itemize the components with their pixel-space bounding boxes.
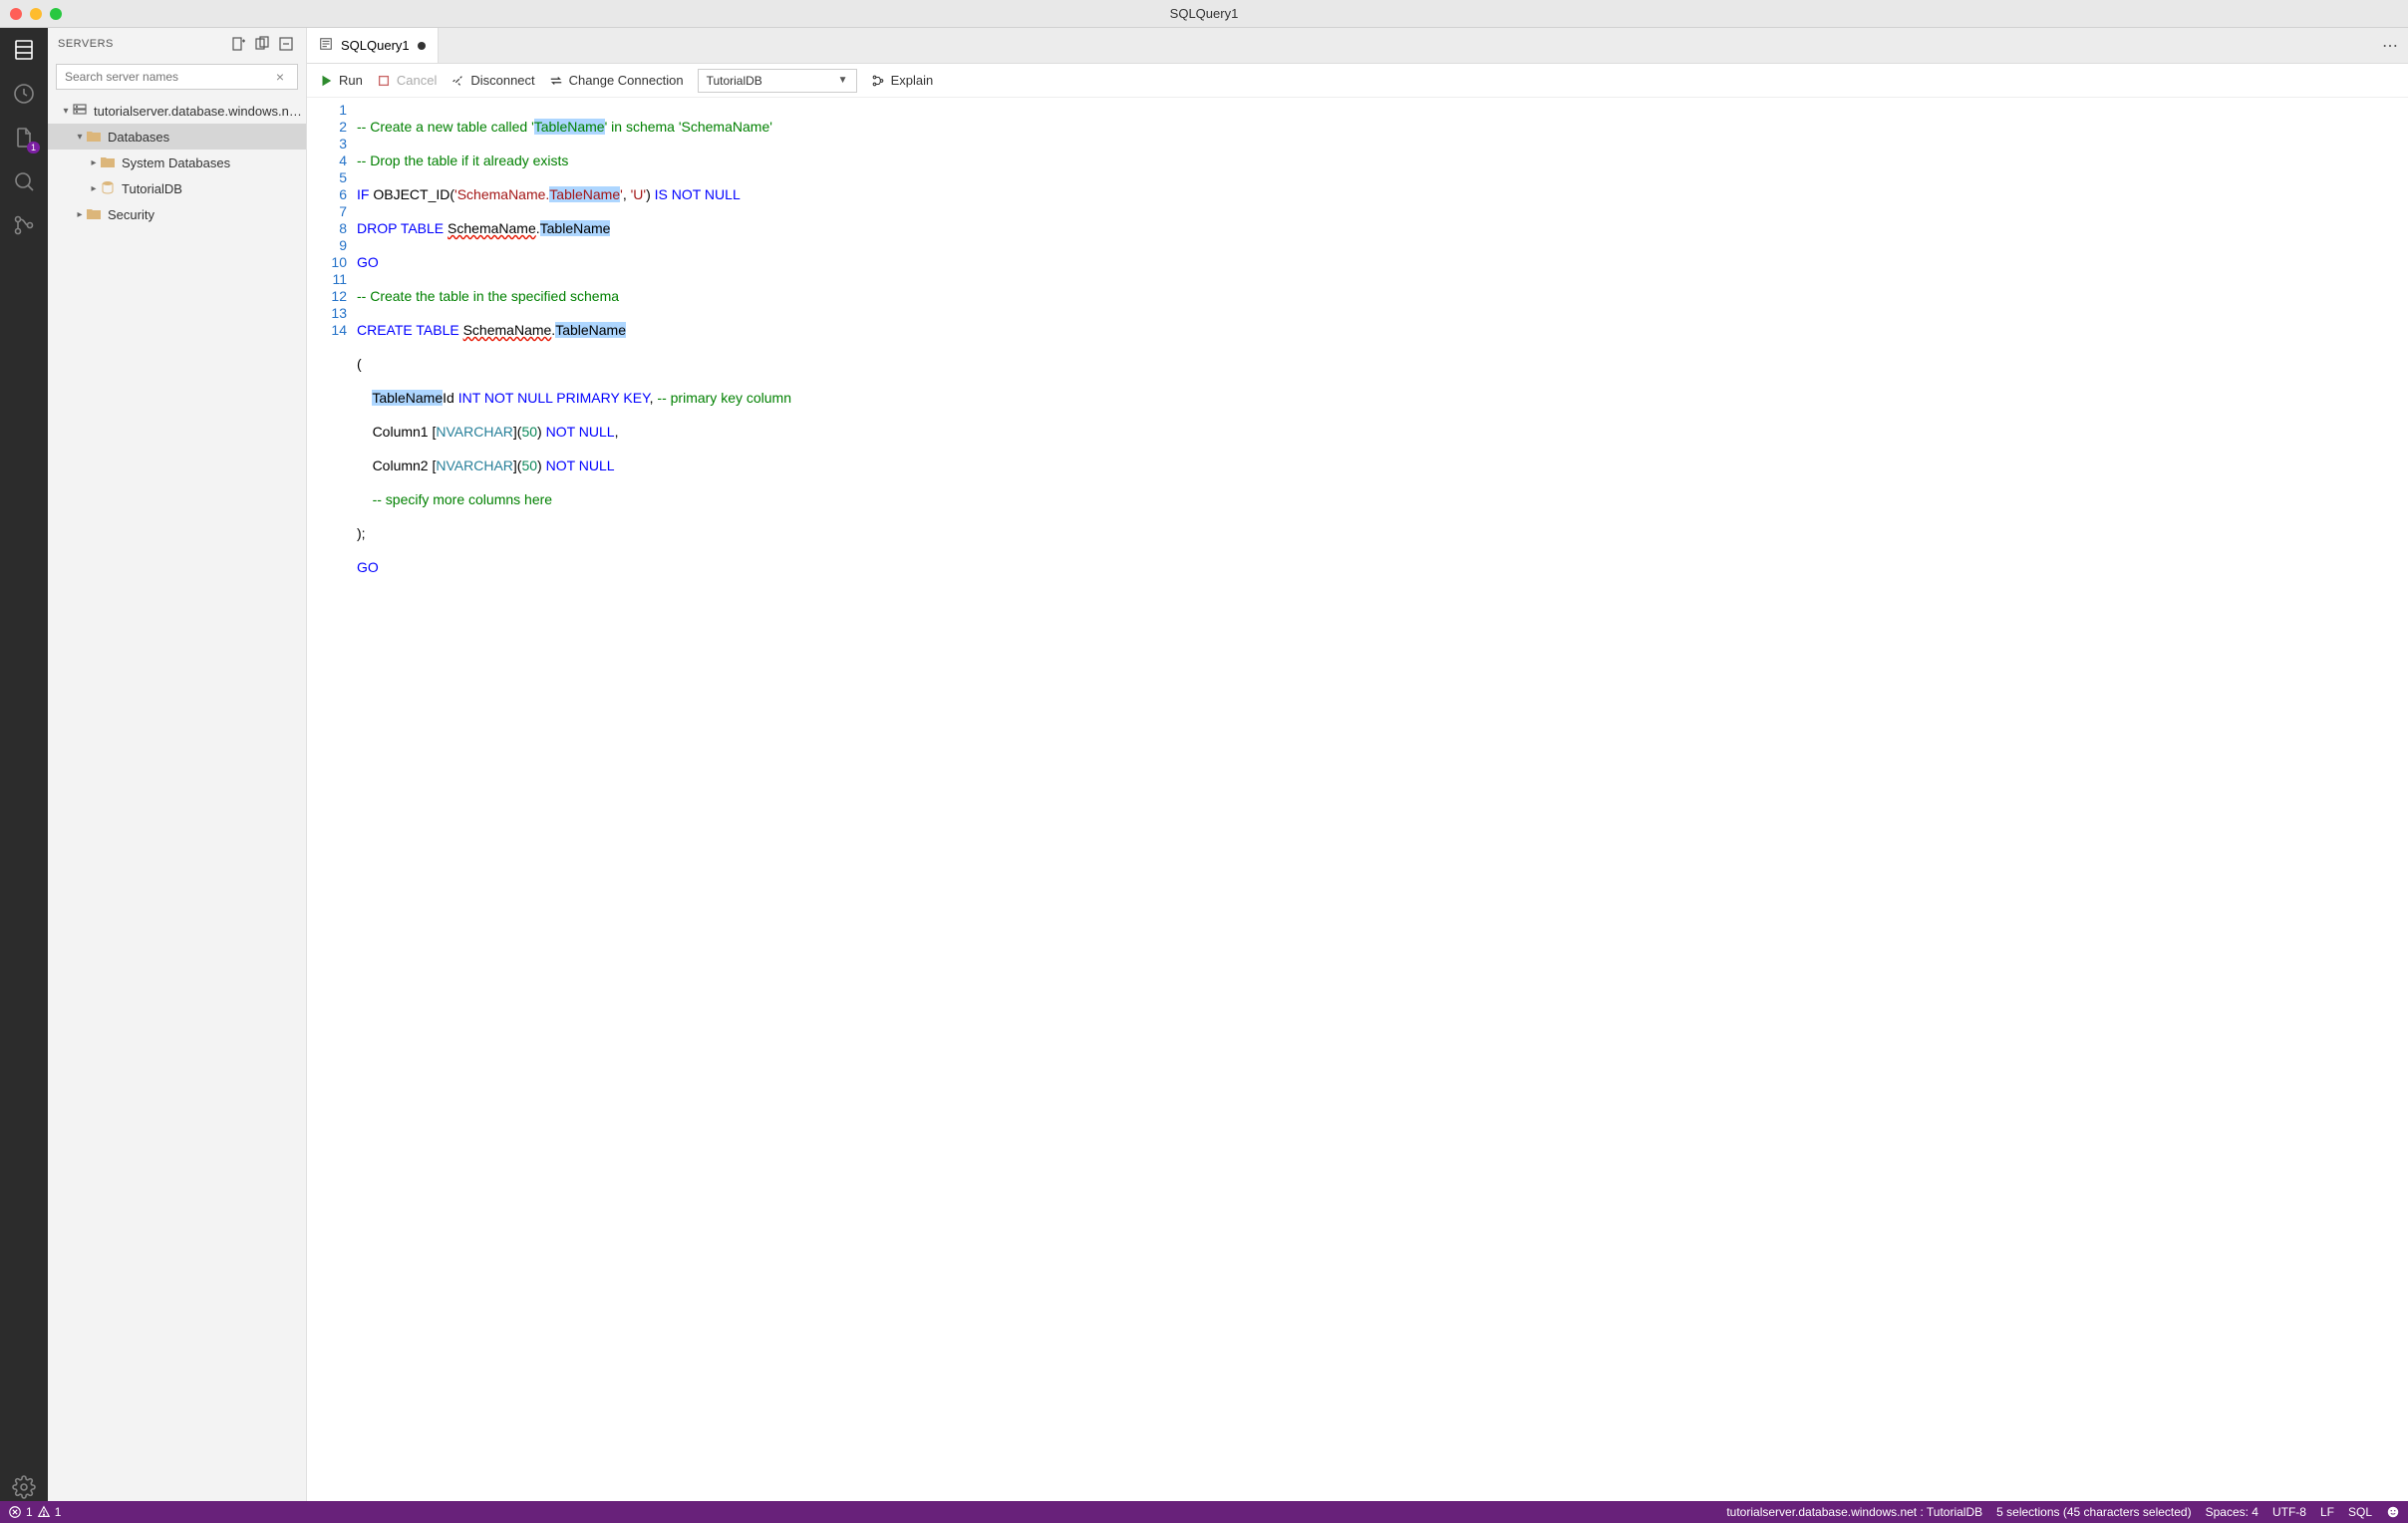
code-content[interactable]: -- Create a new table called 'TableName'… bbox=[357, 98, 791, 1501]
activity-explorer-icon[interactable]: 1 bbox=[10, 124, 38, 152]
collapse-all-icon[interactable] bbox=[276, 34, 296, 54]
activity-tasks-icon[interactable] bbox=[10, 80, 38, 108]
query-toolbar: Run Cancel Disconnect Change Connection … bbox=[307, 64, 2408, 98]
status-bar: 1 1 tutorialserver.database.windows.net … bbox=[0, 1501, 2408, 1523]
status-encoding[interactable]: UTF-8 bbox=[2272, 1505, 2306, 1519]
line-gutter: 1234567891011121314 bbox=[307, 98, 357, 1501]
file-sql-icon bbox=[319, 37, 333, 54]
code-editor[interactable]: 1234567891011121314 -- Create a new tabl… bbox=[307, 98, 2408, 1501]
sidebar-title: SERVERS bbox=[58, 38, 114, 50]
tree-security[interactable]: ▸ Security bbox=[48, 201, 306, 227]
status-connection[interactable]: tutorialserver.database.windows.net : Tu… bbox=[1726, 1505, 1982, 1519]
server-icon bbox=[72, 103, 88, 119]
folder-icon bbox=[86, 129, 102, 145]
cancel-button[interactable]: Cancel bbox=[377, 73, 437, 88]
database-icon bbox=[100, 180, 116, 196]
clear-search-icon[interactable]: × bbox=[276, 69, 284, 85]
cancel-label: Cancel bbox=[397, 73, 437, 88]
chevron-down-icon: ▾ bbox=[60, 106, 72, 117]
chevron-down-icon: ▼ bbox=[838, 75, 848, 86]
error-count: 1 bbox=[26, 1505, 33, 1519]
tab-sqlquery1[interactable]: SQLQuery1 bbox=[307, 28, 439, 63]
database-select-value: TutorialDB bbox=[707, 74, 762, 88]
database-select[interactable]: TutorialDB ▼ bbox=[698, 69, 857, 93]
warning-count: 1 bbox=[55, 1505, 62, 1519]
new-group-icon[interactable] bbox=[252, 34, 272, 54]
tree-label: Security bbox=[108, 207, 154, 222]
tree-server[interactable]: ▾ tutorialserver.database.windows.n… bbox=[48, 98, 306, 124]
folder-icon bbox=[100, 154, 116, 170]
window-close[interactable] bbox=[10, 8, 22, 20]
editor-more-icon[interactable]: ⋯ bbox=[2372, 28, 2408, 63]
status-problems[interactable]: 1 1 bbox=[8, 1505, 61, 1519]
chevron-right-icon: ▸ bbox=[88, 183, 100, 194]
window-titlebar: SQLQuery1 bbox=[0, 0, 2408, 28]
tree-databases[interactable]: ▾ Databases bbox=[48, 124, 306, 150]
tree-tutorialdb[interactable]: ▸ TutorialDB bbox=[48, 175, 306, 201]
server-search-input[interactable] bbox=[56, 64, 298, 90]
explain-label: Explain bbox=[891, 73, 934, 88]
status-eol[interactable]: LF bbox=[2320, 1505, 2334, 1519]
activity-servers-icon[interactable] bbox=[10, 36, 38, 64]
chevron-right-icon: ▸ bbox=[74, 209, 86, 220]
status-language[interactable]: SQL bbox=[2348, 1505, 2372, 1519]
sidebar: SERVERS × ▾ tutorialserver.database.wind… bbox=[48, 28, 307, 1501]
server-tree: ▾ tutorialserver.database.windows.n… ▾ D… bbox=[48, 94, 306, 231]
tree-system-databases[interactable]: ▸ System Databases bbox=[48, 150, 306, 175]
window-zoom[interactable] bbox=[50, 8, 62, 20]
folder-icon bbox=[86, 206, 102, 222]
chevron-right-icon: ▸ bbox=[88, 157, 100, 168]
activity-source-control-icon[interactable] bbox=[10, 211, 38, 239]
change-connection-button[interactable]: Change Connection bbox=[549, 73, 684, 88]
activity-search-icon[interactable] bbox=[10, 167, 38, 195]
chevron-down-icon: ▾ bbox=[74, 132, 86, 143]
disconnect-label: Disconnect bbox=[470, 73, 534, 88]
explain-button[interactable]: Explain bbox=[871, 73, 934, 88]
tab-bar: SQLQuery1 ⋯ bbox=[307, 28, 2408, 64]
activity-bar: 1 bbox=[0, 28, 48, 1501]
status-selection[interactable]: 5 selections (45 characters selected) bbox=[1996, 1505, 2191, 1519]
window-minimize[interactable] bbox=[30, 8, 42, 20]
explorer-badge: 1 bbox=[27, 142, 40, 153]
change-connection-label: Change Connection bbox=[569, 73, 684, 88]
status-feedback-icon[interactable] bbox=[2386, 1505, 2400, 1519]
unsaved-dot-icon bbox=[418, 42, 426, 50]
tab-label: SQLQuery1 bbox=[341, 38, 410, 53]
window-title: SQLQuery1 bbox=[0, 6, 2408, 21]
new-connection-icon[interactable] bbox=[228, 34, 248, 54]
tree-label: System Databases bbox=[122, 155, 230, 170]
tree-label: tutorialserver.database.windows.n… bbox=[94, 104, 302, 119]
run-label: Run bbox=[339, 73, 363, 88]
activity-settings-icon[interactable] bbox=[10, 1473, 38, 1501]
status-spaces[interactable]: Spaces: 4 bbox=[2206, 1505, 2258, 1519]
disconnect-button[interactable]: Disconnect bbox=[451, 73, 534, 88]
tree-label: TutorialDB bbox=[122, 181, 182, 196]
run-button[interactable]: Run bbox=[319, 73, 363, 88]
editor-area: SQLQuery1 ⋯ Run Cancel Disconnect Change… bbox=[307, 28, 2408, 1501]
tree-label: Databases bbox=[108, 130, 169, 145]
